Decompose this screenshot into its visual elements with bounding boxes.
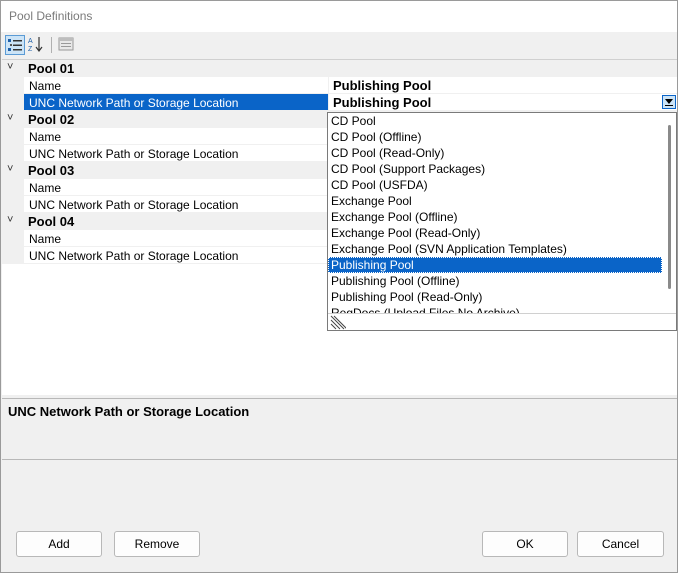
dropdown-option[interactable]: CD Pool xyxy=(328,113,662,129)
dropdown-option[interactable]: Publishing Pool xyxy=(328,257,662,273)
dropdown-scrollbar[interactable] xyxy=(663,113,676,313)
scroll-thumb[interactable] xyxy=(668,125,671,289)
alphabetical-sort-icon: A Z xyxy=(28,37,43,53)
collapse-chevron-icon[interactable]: ˅ xyxy=(7,61,19,75)
svg-text:A: A xyxy=(28,38,33,45)
category-label: Pool 02 xyxy=(28,112,75,127)
categorized-view-button[interactable] xyxy=(5,35,25,55)
property-pages-button[interactable] xyxy=(57,35,77,55)
dropdown-option[interactable]: Exchange Pool (SVN Application Templates… xyxy=(328,241,662,257)
help-title: UNC Network Path or Storage Location xyxy=(8,404,250,419)
dropdown-button[interactable] xyxy=(662,95,676,109)
property-path-label: UNC Network Path or Storage Location xyxy=(24,247,328,264)
resize-grip-icon xyxy=(330,315,346,330)
collapse-chevron-icon[interactable]: ˅ xyxy=(7,112,19,126)
property-path-label: UNC Network Path or Storage Location xyxy=(24,94,328,111)
property-name-label: Name xyxy=(24,77,328,94)
property-path-label: UNC Network Path or Storage Location xyxy=(24,196,328,213)
collapse-chevron-icon[interactable]: ˅ xyxy=(7,214,19,228)
dropdown-option[interactable]: CD Pool (Support Packages) xyxy=(328,161,662,177)
property-grid-toolbar: A Z xyxy=(1,32,677,59)
category-label: Pool 01 xyxy=(28,61,75,76)
svg-text:Z: Z xyxy=(28,46,33,53)
collapse-chevron-icon[interactable]: ˅ xyxy=(7,163,19,177)
dropdown-options: CD Pool CD Pool (Offline) CD Pool (Read-On… xyxy=(328,113,662,313)
property-path-label: UNC Network Path or Storage Location xyxy=(24,145,328,162)
category-label: Pool 03 xyxy=(28,163,75,178)
dropdown-option[interactable]: CD Pool (Offline) xyxy=(328,129,662,145)
dropdown-option[interactable]: RegDocs (Upload Files No Archive) xyxy=(328,305,662,313)
dropdown-option[interactable]: Exchange Pool (Offline) xyxy=(328,209,662,225)
dropdown-option[interactable]: Exchange Pool (Read-Only) xyxy=(328,225,662,241)
dropdown-arrow-icon xyxy=(665,99,673,104)
property-pages-icon xyxy=(58,37,74,51)
pool-dropdown-list[interactable]: CD Pool CD Pool (Offline) CD Pool (Read-On… xyxy=(327,112,677,331)
property-name-label: Name xyxy=(24,230,328,247)
property-path-value[interactable]: Publishing Pool xyxy=(329,94,677,111)
property-name-label: Name xyxy=(24,128,328,145)
dropdown-option[interactable]: CD Pool (Read-Only) xyxy=(328,145,662,161)
add-button[interactable]: Add xyxy=(16,531,102,557)
property-name-value[interactable]: Publishing Pool xyxy=(329,77,677,94)
categorized-icon xyxy=(8,39,22,51)
toolbar-separator xyxy=(51,37,52,53)
dropdown-option[interactable]: Publishing Pool (Read-Only) xyxy=(328,289,662,305)
property-row-name[interactable]: Name Publishing Pool xyxy=(2,77,677,94)
pool-definitions-dialog: Pool Definitions A Z ˅ Pool 01 Name Publ… xyxy=(0,0,678,573)
dropdown-option[interactable]: Exchange Pool xyxy=(328,193,662,209)
window-title: Pool Definitions xyxy=(9,9,93,23)
ok-button[interactable]: OK xyxy=(482,531,568,557)
title-bar: Pool Definitions xyxy=(1,1,677,32)
category-label: Pool 04 xyxy=(28,214,75,229)
category-pool-01[interactable]: ˅ Pool 01 xyxy=(2,60,677,77)
dropdown-option[interactable]: Publishing Pool (Offline) xyxy=(328,273,662,289)
remove-button[interactable]: Remove xyxy=(114,531,200,557)
property-row-unc-path[interactable]: UNC Network Path or Storage Location Pub… xyxy=(2,94,677,111)
help-pane: UNC Network Path or Storage Location xyxy=(2,398,677,460)
alphabetical-view-button[interactable]: A Z xyxy=(27,35,47,55)
resize-grip[interactable] xyxy=(328,313,676,330)
property-name-label: Name xyxy=(24,179,328,196)
cancel-button[interactable]: Cancel xyxy=(577,531,664,557)
dropdown-option[interactable]: CD Pool (USFDA) xyxy=(328,177,662,193)
